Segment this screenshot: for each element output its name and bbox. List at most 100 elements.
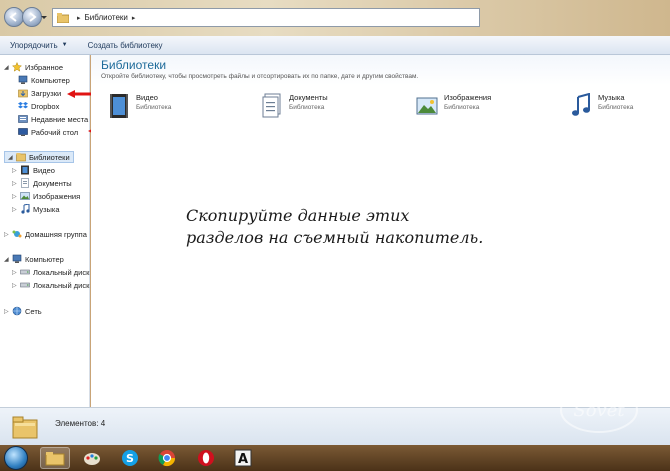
expand-toggle-icon[interactable]: ◢ [8,154,14,161]
expand-arrow-icon[interactable]: ▷ [12,269,18,276]
homegroup-icon [12,230,22,238]
page-title: Библиотеки [101,58,167,72]
expand-arrow-icon[interactable]: ▷ [12,193,18,200]
expand-toggle-icon[interactable]: ◢ [4,256,10,263]
back-button[interactable] [4,7,24,27]
library-kind: Библиотека [598,104,634,111]
nav-network-label: Сеть [25,306,42,316]
nav-item-desktop[interactable]: Рабочий стол [18,127,78,137]
nav-computer[interactable]: ◢ Компьютер [4,254,64,264]
library-name: Изображения [444,93,492,102]
nav-item-label: Рабочий стол [31,127,79,137]
library-documents[interactable]: Документы Библиотека [261,93,328,119]
pictures-library-icon [416,97,438,115]
library-video[interactable]: Видео Библиотека [108,93,171,119]
nav-item-label: Компьютер [31,75,70,85]
nav-homegroup[interactable]: ▷ Домашняя группа [4,229,87,239]
library-kind: Библиотека [136,104,172,111]
chevron-right-icon[interactable]: ▸ [132,14,136,22]
computer-icon [12,254,22,263]
chevron-down-icon: ▼ [61,42,68,48]
library-folder-icon [57,12,69,23]
instruction-line-2: разделов на съемный накопитель. [186,228,484,247]
dropbox-icon [18,102,28,109]
create-library-label: Создать библиотеку [87,40,163,50]
music-icon [21,204,30,214]
nav-item-pictures[interactable]: ▷ Изображения [12,191,80,201]
organize-button[interactable]: Упорядочить ▼ [0,41,78,50]
nav-item-local-disk-2[interactable]: ▷ Локальный диск [12,280,89,290]
command-bar: Упорядочить ▼ Создать библиотеку [0,36,670,55]
recent-places-icon [18,115,28,123]
skype-icon: S [122,450,138,466]
library-name: Видео [136,93,158,102]
expand-arrow-icon[interactable]: ▷ [12,167,18,174]
video-library-icon [110,94,128,118]
hard-drive-icon [20,269,30,275]
hard-drive-icon [20,282,30,288]
star-icon [12,62,22,72]
taskbar-font-app[interactable]: A [228,447,258,469]
taskbar-opera[interactable] [191,447,221,469]
chevron-right-icon: ▸ [77,14,81,22]
desktop-icon [18,128,28,136]
items-count: Элементов: 4 [55,419,106,428]
nav-libraries-label: Библиотеки [29,152,70,162]
nav-item-video[interactable]: ▷ Видео [12,165,55,175]
expand-arrow-icon[interactable]: ▷ [12,282,18,289]
forward-button[interactable] [22,7,42,27]
network-icon [12,306,22,316]
nav-item-downloads[interactable]: Загрузки [18,88,61,98]
chrome-icon [158,450,176,467]
library-kind: Библиотека [289,104,325,111]
start-button[interactable] [4,446,28,470]
nav-libraries[interactable]: ◢ Библиотеки [4,151,74,163]
nav-item-recent-places[interactable]: Недавние места [18,114,88,124]
library-pictures[interactable]: Изображения Библиотека [416,93,491,119]
documents-icon [21,178,29,188]
libraries-header: Библиотеки Откройте библиотеку, чтобы пр… [91,55,670,85]
expand-arrow-icon[interactable]: ▷ [4,308,10,315]
library-kind: Библиотека [444,104,480,111]
music-library-icon [572,93,590,116]
nav-item-music[interactable]: ▷ Музыка [12,204,60,214]
expand-arrow-icon[interactable]: ▷ [12,206,18,213]
svg-text:S: S [126,452,134,465]
nav-favorites[interactable]: ◢ Избранное [4,62,63,72]
svg-text:A: A [238,452,248,467]
expand-toggle-icon[interactable]: ◢ [4,64,10,71]
breadcrumb-libraries[interactable]: Библиотеки [85,13,128,22]
documents-library-icon [262,93,281,118]
nav-item-dropbox[interactable]: Dropbox [18,101,59,111]
library-music[interactable]: Музыка Библиотека [570,93,633,119]
nav-item-label: Музыка [33,204,60,214]
recent-pages-dropdown[interactable] [40,13,48,21]
nav-item-local-disk-1[interactable]: ▷ Локальный диск [12,267,89,277]
taskbar-explorer[interactable] [40,447,70,469]
folder-icon [45,452,65,466]
sovet-watermark: Sovet [560,387,638,433]
address-bar-row: ▸ Библиотеки ▸ [0,0,670,36]
downloads-folder-icon [18,89,28,98]
video-icon [21,165,29,175]
taskbar-skype[interactable]: S [115,447,145,469]
nav-item-label: Локальный диск [33,280,90,290]
nav-item-documents[interactable]: ▷ Документы [12,178,72,188]
nav-favorites-label: Избранное [25,62,64,72]
taskbar-paint[interactable] [77,447,107,469]
back-arrow-icon [9,12,17,22]
nav-item-computer-fav[interactable]: Компьютер [18,75,70,85]
instruction-overlay: Скопируйте данные этих разделов на съемн… [186,205,483,249]
address-field[interactable]: ▸ Библиотеки ▸ [52,8,480,27]
nav-network[interactable]: ▷ Сеть [4,306,42,316]
organize-label: Упорядочить [10,40,58,50]
taskbar: S A [0,445,670,471]
expand-arrow-icon[interactable]: ▷ [12,180,18,187]
create-library-button[interactable]: Создать библиотеку [78,41,173,50]
library-folder-icon [12,416,38,439]
nav-item-label: Недавние места [31,114,89,124]
expand-arrow-icon[interactable]: ▷ [4,231,10,238]
taskbar-chrome[interactable] [152,447,182,469]
forward-arrow-icon [29,12,37,22]
nav-item-label: Локальный диск [33,267,90,277]
